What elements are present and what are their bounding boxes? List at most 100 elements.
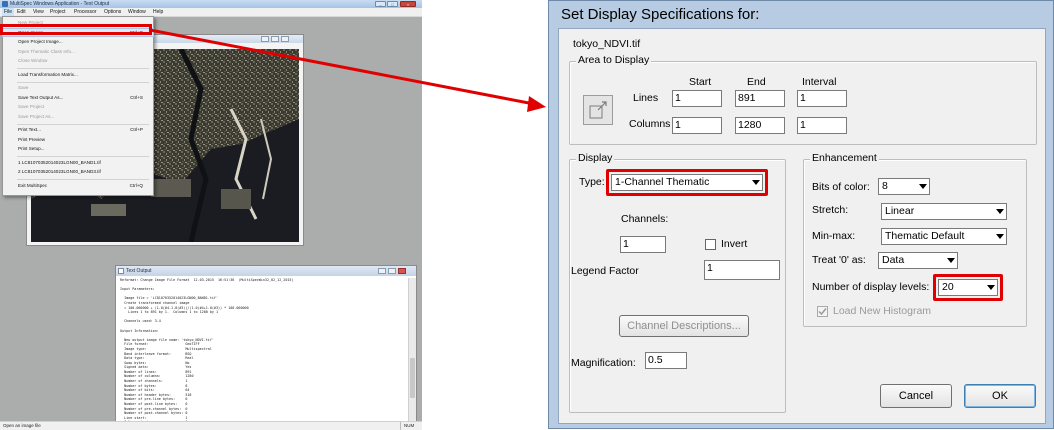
stretch-select[interactable]: Linear [881, 203, 1007, 220]
channels-input[interactable]: 1 [620, 236, 666, 253]
area-select-icon[interactable] [583, 95, 613, 125]
scrollbar-thumb[interactable] [410, 358, 415, 398]
menu-window[interactable]: Window [128, 8, 146, 16]
menu-file[interactable]: File [2, 8, 14, 16]
columns-end-input[interactable]: 1280 [735, 117, 785, 134]
file-menu-item-load-transformation-matrix[interactable]: Load Transformation Matrix... [3, 71, 153, 79]
columns-interval-input[interactable]: 1 [797, 117, 847, 134]
display-levels-label: Number of display levels: [812, 281, 930, 293]
lines-end-input[interactable]: 891 [735, 90, 785, 107]
legend-factor-input[interactable]: 1 [704, 260, 780, 280]
lines-start-input[interactable]: 1 [672, 90, 722, 107]
menu-view[interactable]: View [33, 8, 44, 16]
load-histogram-label: Load New Histogram [833, 305, 932, 317]
menu-project[interactable]: Project [50, 8, 66, 16]
menu-separator [17, 81, 149, 83]
menu-item-shortcut: Ctrl+P [130, 127, 143, 132]
file-menu-item-print-preview[interactable]: Print Preview [3, 136, 153, 144]
menu-separator [17, 179, 149, 180]
menu-item-shortcut: Ctrl+S [130, 94, 143, 100]
menu-help[interactable]: Help [153, 8, 163, 16]
file-menu-item-exit-multispec[interactable]: Exit MultiSpec Ctrl+Q [3, 182, 153, 190]
chevron-down-icon [919, 184, 927, 189]
menu-item-label: Print Setup... [18, 146, 45, 151]
menu-item-label: Save [18, 85, 29, 90]
ok-button[interactable]: OK [964, 384, 1036, 408]
chevron-down-icon [996, 234, 1004, 239]
menu-item-label: Save Project As... [18, 113, 55, 119]
file-menu-item-1-lc81070352014023lgn00-band1-tif[interactable]: 1 LC81070352014023LGN00_BAND1.tif [3, 159, 153, 167]
display-spec-dialog: Set Display Specifications for: tokyo_ND… [548, 0, 1054, 429]
area-group-title: Area to Display [576, 54, 652, 67]
file-name-label: tokyo_NDVI.tif [573, 38, 641, 50]
end-header: End [747, 76, 766, 88]
columns-start-input[interactable]: 1 [672, 117, 722, 134]
text-window-title: Text Output [126, 268, 152, 274]
channel-descriptions-button[interactable]: Channel Descriptions... [619, 315, 749, 337]
text-output-body[interactable]: Reformat: Change Image File Format 12-03… [120, 278, 406, 422]
menu-item-label: Open Project Image... [18, 39, 63, 44]
legend-factor-label: Legend Factor [571, 265, 639, 277]
magnification-input[interactable]: 0.5 [645, 352, 687, 369]
file-menu-item-save-text-output-as[interactable]: Save Text Output As... Ctrl+S [3, 94, 153, 102]
file-menu-item-save-project-as[interactable]: Save Project As... [3, 113, 153, 121]
bits-of-color-select[interactable]: 8 [878, 178, 930, 195]
multispec-window: MultiSpec Windows Application - Text Out… [0, 0, 422, 430]
display-group-title: Display [576, 152, 615, 165]
menu-item-label: 2 LC81070352014023LGN00_BAND3.tif [18, 169, 101, 174]
menu-item-label: Save Project [18, 104, 45, 109]
minimize-icon[interactable] [261, 36, 269, 42]
file-menu-item-2-lc81070352014023lgn00-band3-tif[interactable]: 2 LC81070352014023LGN00_BAND3.tif [3, 168, 153, 176]
menu-separator [17, 68, 149, 69]
min-max-select[interactable]: Thematic Default [881, 228, 1007, 245]
treat-zero-label: Treat '0' as: [812, 254, 866, 266]
display-group [569, 159, 786, 413]
menu-item-shortcut: Ctrl+Q [129, 182, 143, 188]
chevron-down-icon [947, 258, 955, 263]
menu-edit[interactable]: Edit [17, 8, 26, 16]
start-header: Start [689, 76, 712, 88]
minimize-icon[interactable]: – [375, 1, 386, 7]
menu-processor[interactable]: Processor [74, 8, 97, 16]
menu-item-label: 1 LC81070352014023LGN00_BAND1.tif [18, 159, 101, 165]
maximize-icon[interactable]: □ [387, 1, 398, 7]
cancel-button[interactable]: Cancel [880, 384, 952, 408]
menu-item-label: Open Thematic Class Info... [18, 48, 75, 54]
file-menu-item-open-project-image[interactable]: Open Project Image... [3, 38, 153, 46]
lines-interval-input[interactable]: 1 [797, 90, 847, 107]
file-menu-dropdown: New Project Open Image... Ctrl+O Open Proje… [2, 16, 154, 196]
dialog-title: Set Display Specifications for: [561, 6, 760, 23]
close-icon[interactable] [281, 36, 289, 42]
lines-label: Lines [633, 92, 659, 104]
file-menu-item-save[interactable]: Save [3, 84, 153, 92]
maximize-icon[interactable] [388, 268, 396, 274]
close-icon[interactable]: × [400, 1, 416, 7]
maximize-icon[interactable] [271, 36, 279, 42]
menu-item-label: Exit MultiSpec [18, 182, 48, 188]
chevron-down-icon [996, 209, 1004, 214]
text-output-window[interactable]: Text Output Reformat: Change Image File … [115, 265, 417, 425]
type-label: Type: [579, 176, 605, 188]
file-menu-item-print-text[interactable]: Print Text... Ctrl+P [3, 126, 153, 134]
minimize-icon[interactable] [378, 268, 386, 274]
invert-checkbox[interactable] [705, 239, 716, 250]
file-menu-item-close-window[interactable]: Close Window [3, 57, 153, 65]
stretch-label: Stretch: [812, 204, 849, 216]
vertical-scrollbar[interactable] [408, 278, 416, 422]
menu-item-label: Close Window [18, 58, 48, 63]
file-menu-item-open-thematic-class-info[interactable]: Open Thematic Class Info... [3, 48, 153, 56]
channels-label: Channels: [621, 213, 669, 225]
file-menu-item-print-setup[interactable]: Print Setup... [3, 145, 153, 153]
file-menu-item-save-project[interactable]: Save Project [3, 103, 153, 111]
menu-item-label: Save Text Output As... [18, 94, 64, 100]
min-max-label: Min-max: [812, 230, 856, 242]
document-icon [118, 268, 124, 274]
treat-zero-select[interactable]: Data [878, 252, 958, 269]
load-histogram-checkbox[interactable] [817, 306, 828, 317]
columns-label: Columns [629, 118, 671, 130]
menu-options[interactable]: Options [104, 8, 121, 16]
close-icon[interactable] [398, 268, 406, 274]
min-max-value: Thematic Default [885, 230, 965, 242]
highlight-display-levels [933, 274, 1003, 301]
window-title: MultiSpec Windows Application - Text Out… [10, 1, 110, 7]
